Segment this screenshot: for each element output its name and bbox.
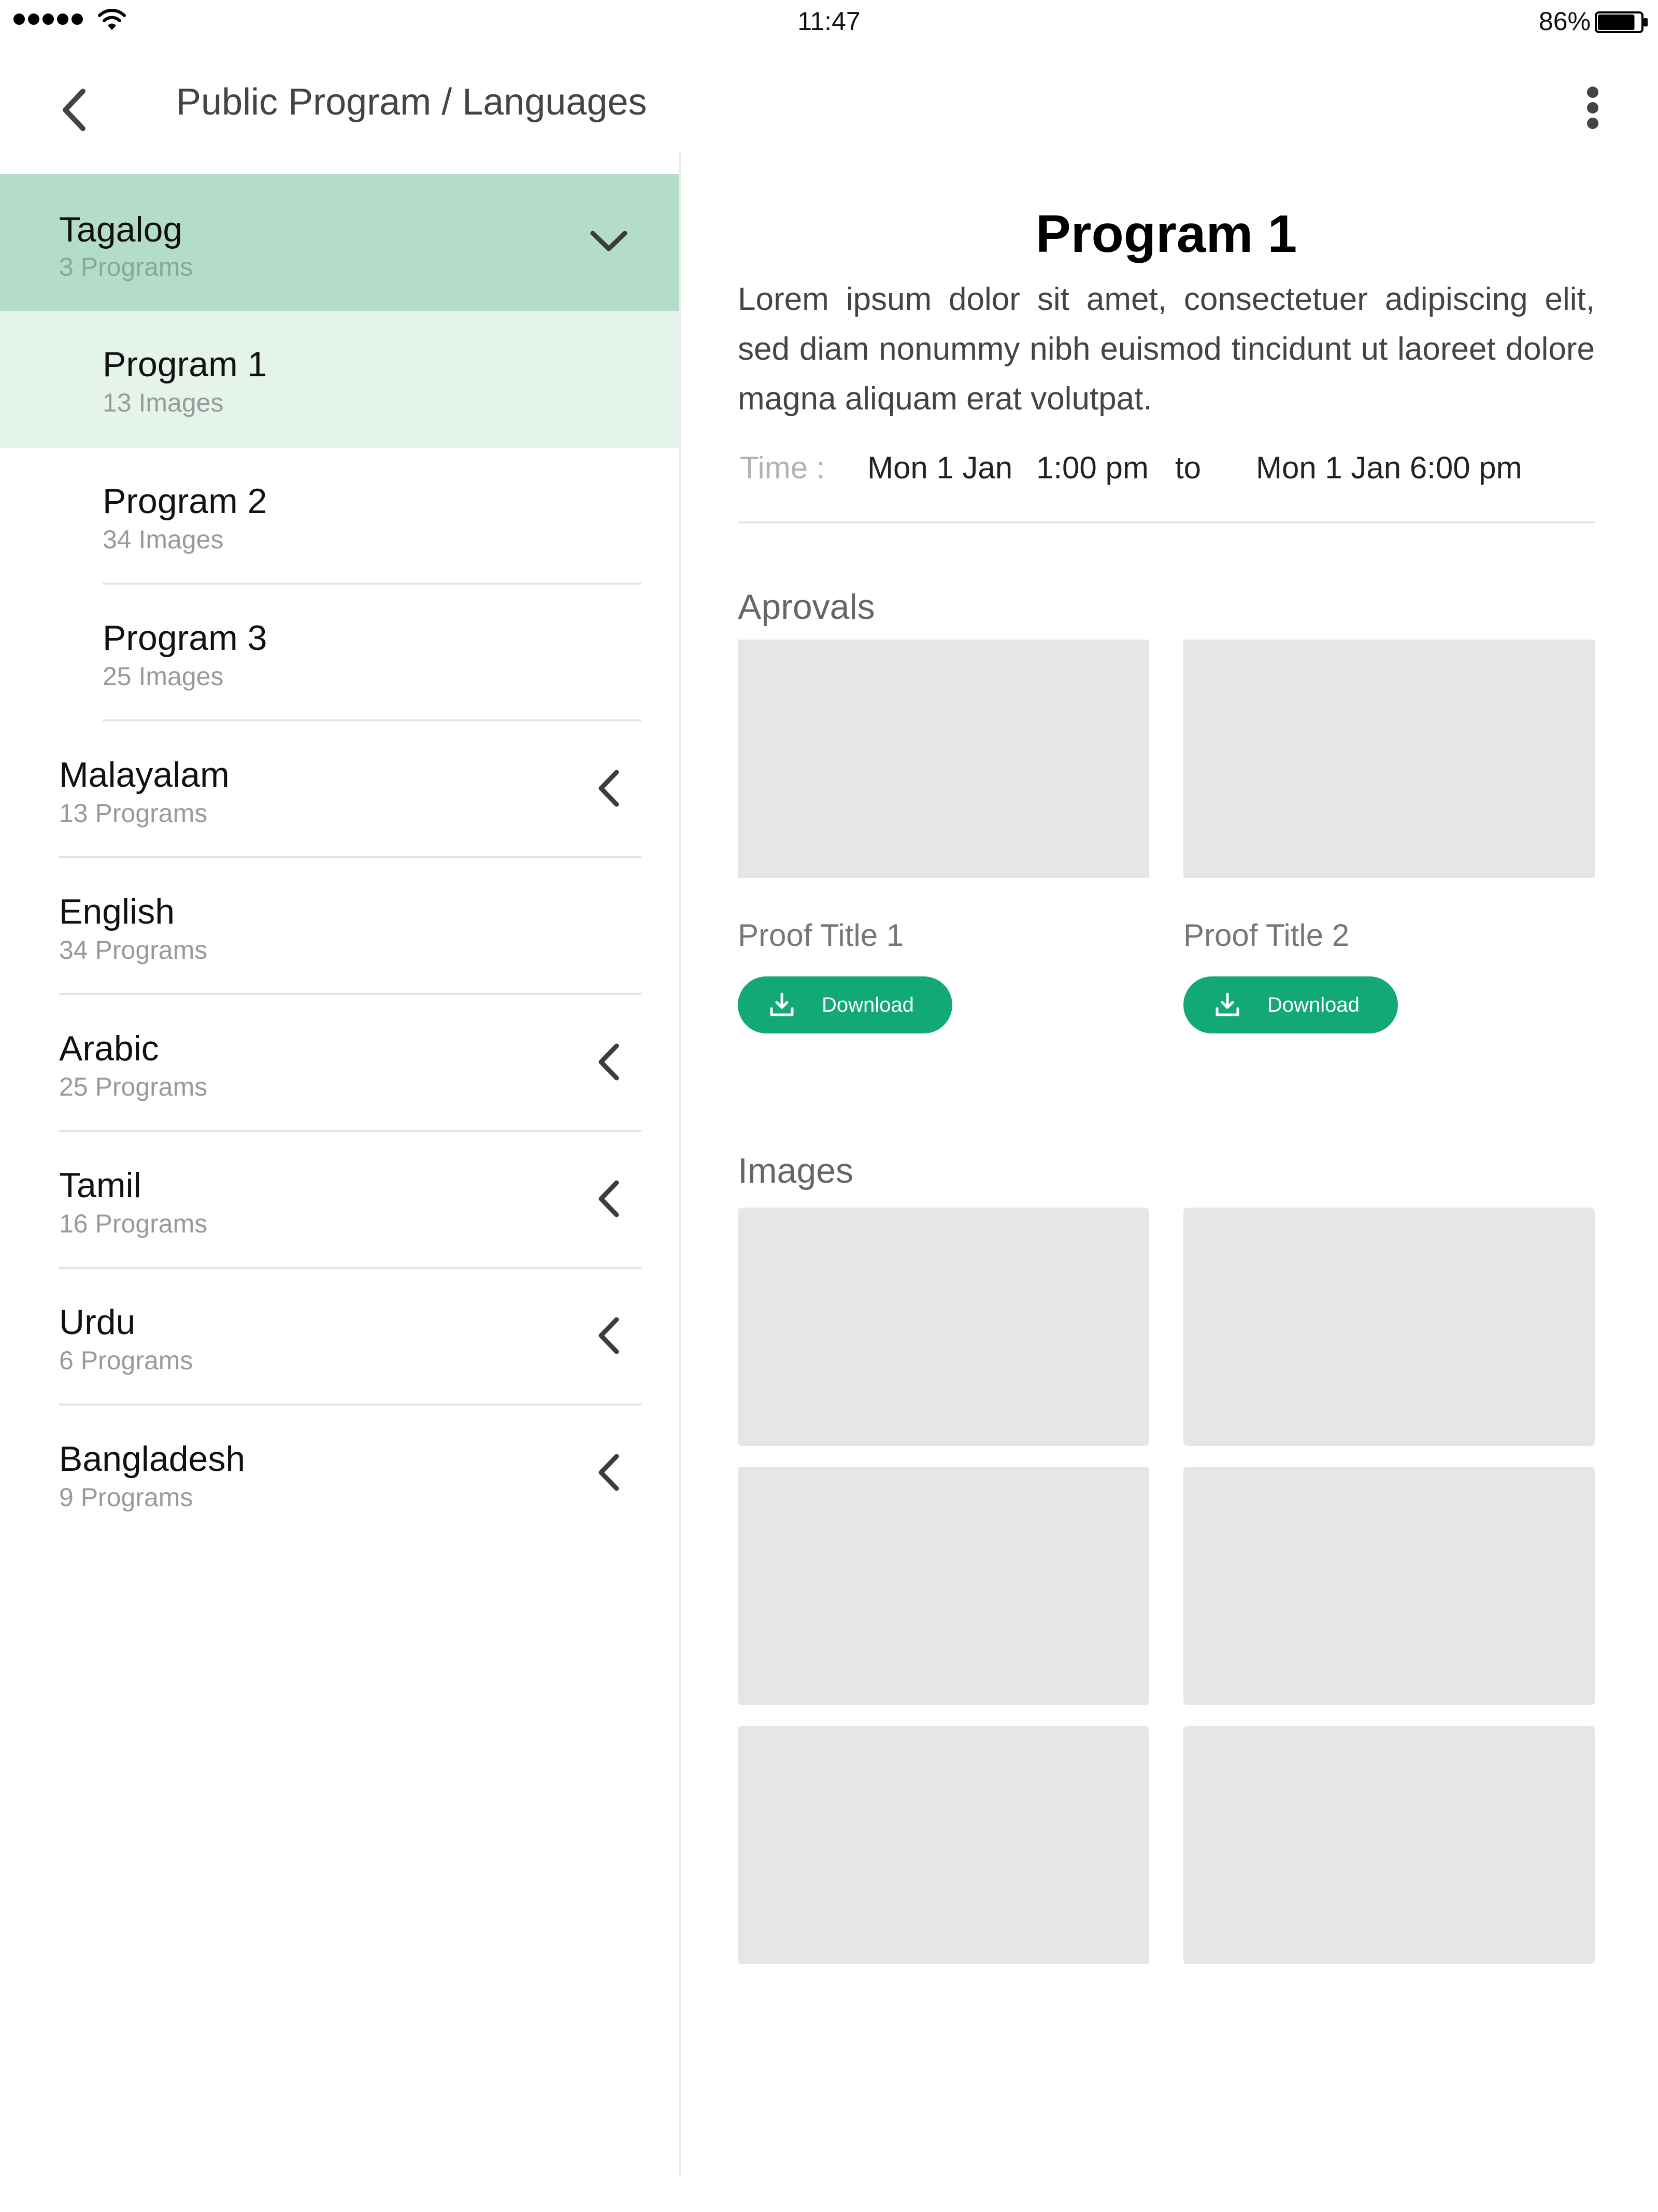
language-row-english[interactable]: English 34 Programs (0, 858, 679, 995)
status-bar: 11:47 86% (0, 0, 1658, 47)
image-grid (738, 1208, 1595, 1964)
program-description: Lorem ipsum dolor sit amet, consectetuer… (738, 281, 1595, 417)
language-name: Malayalam (59, 755, 230, 795)
proof-card: Proof Title 2 Download (1183, 640, 1595, 1033)
program-name: Program 1 (103, 345, 267, 384)
breadcrumb-title: Public Program / Languages (176, 81, 647, 123)
start-date: Mon 1 Jan (867, 450, 1013, 485)
end-datetime: Mon 1 Jan 6:00 pm (1256, 450, 1522, 485)
approvals-list: Proof Title 1 Download Proof Title 2 Dow… (738, 640, 1595, 1033)
download-label: Download (1267, 993, 1360, 1016)
download-icon (770, 992, 794, 1016)
language-name: Arabic (59, 1029, 159, 1068)
download-label: Download (822, 993, 914, 1016)
download-button[interactable]: Download (1183, 976, 1398, 1033)
chevron-left-icon[interactable] (585, 1312, 632, 1359)
language-row-tamil[interactable]: Tamil 16 Programs (0, 1132, 679, 1269)
image-thumbnail[interactable] (738, 1467, 1149, 1705)
image-thumbnail[interactable] (738, 1726, 1149, 1964)
language-name: Bangladesh (59, 1439, 246, 1479)
language-row-malayalam[interactable]: Malayalam 13 Programs (0, 721, 679, 858)
language-program-count: 6 Programs (59, 1346, 193, 1375)
language-program-count: 3 Programs (59, 252, 193, 281)
language-sidebar: Tagalog 3 Programs Program 1 13 Images P… (0, 174, 679, 1542)
approvals-heading: Aprovals (738, 587, 875, 627)
language-row-tagalog[interactable]: Tagalog 3 Programs (0, 174, 679, 311)
program-image-count: 34 Images (103, 525, 224, 554)
program-row-2[interactable]: Program 2 34 Images (0, 448, 679, 585)
panel-divider (679, 153, 681, 2175)
battery-percentage: 86% (1538, 7, 1591, 36)
download-button[interactable]: Download (738, 976, 952, 1033)
proof-title: Proof Title 1 (738, 918, 904, 953)
program-row-3[interactable]: Program 3 25 Images (0, 585, 679, 721)
download-icon (1216, 992, 1239, 1016)
proof-card: Proof Title 1 Download (738, 640, 1149, 1033)
proof-thumbnail[interactable] (738, 640, 1149, 878)
program-name: Program 2 (103, 481, 267, 521)
chevron-left-icon[interactable] (585, 1039, 632, 1085)
program-image-count: 25 Images (103, 662, 224, 691)
chevron-left-icon[interactable] (585, 1175, 632, 1222)
program-name: Program 3 (103, 618, 267, 658)
start-time: 1:00 pm (1036, 450, 1149, 485)
chevron-left-icon[interactable] (585, 765, 632, 812)
time-separator: to (1175, 450, 1202, 485)
language-program-count: 16 Programs (59, 1209, 208, 1238)
battery-icon (1595, 11, 1648, 33)
chevron-left-icon[interactable] (585, 1449, 632, 1496)
language-name: English (59, 892, 175, 931)
language-program-count: 34 Programs (59, 935, 208, 965)
images-heading: Images (738, 1151, 853, 1190)
language-program-count: 13 Programs (59, 799, 208, 828)
language-row-bangladesh[interactable]: Bangladesh 9 Programs (0, 1406, 679, 1542)
language-name: Tamil (59, 1166, 141, 1205)
time-row: Time : Mon 1 Jan 1:00 pm to Mon 1 Jan 6:… (738, 430, 1595, 523)
program-image-count: 13 Images (103, 388, 224, 417)
program-detail-panel: Program 1 Lorem ipsum dolor sit amet, co… (738, 174, 1595, 1964)
program-title: Program 1 (1035, 204, 1297, 263)
program-row-1[interactable]: Program 1 13 Images (0, 311, 679, 448)
language-program-count: 9 Programs (59, 1483, 193, 1512)
proof-title: Proof Title 2 (1183, 918, 1350, 953)
status-time: 11:47 (797, 7, 861, 36)
language-row-urdu[interactable]: Urdu 6 Programs (0, 1269, 679, 1406)
image-thumbnail[interactable] (738, 1208, 1149, 1446)
image-thumbnail[interactable] (1183, 1467, 1595, 1705)
top-app-bar: Public Program / Languages (0, 47, 1658, 169)
time-label: Time : (740, 450, 825, 485)
chevron-down-icon[interactable] (585, 218, 632, 264)
image-thumbnail[interactable] (1183, 1726, 1595, 1964)
proof-thumbnail[interactable] (1183, 640, 1595, 878)
more-options-icon[interactable] (1584, 82, 1601, 134)
language-name: Urdu (59, 1302, 136, 1342)
language-row-arabic[interactable]: Arabic 25 Programs (0, 995, 679, 1132)
image-thumbnail[interactable] (1183, 1208, 1595, 1446)
language-program-count: 25 Programs (59, 1072, 208, 1101)
language-name: Tagalog (59, 210, 183, 249)
back-arrow-icon[interactable] (55, 84, 96, 136)
